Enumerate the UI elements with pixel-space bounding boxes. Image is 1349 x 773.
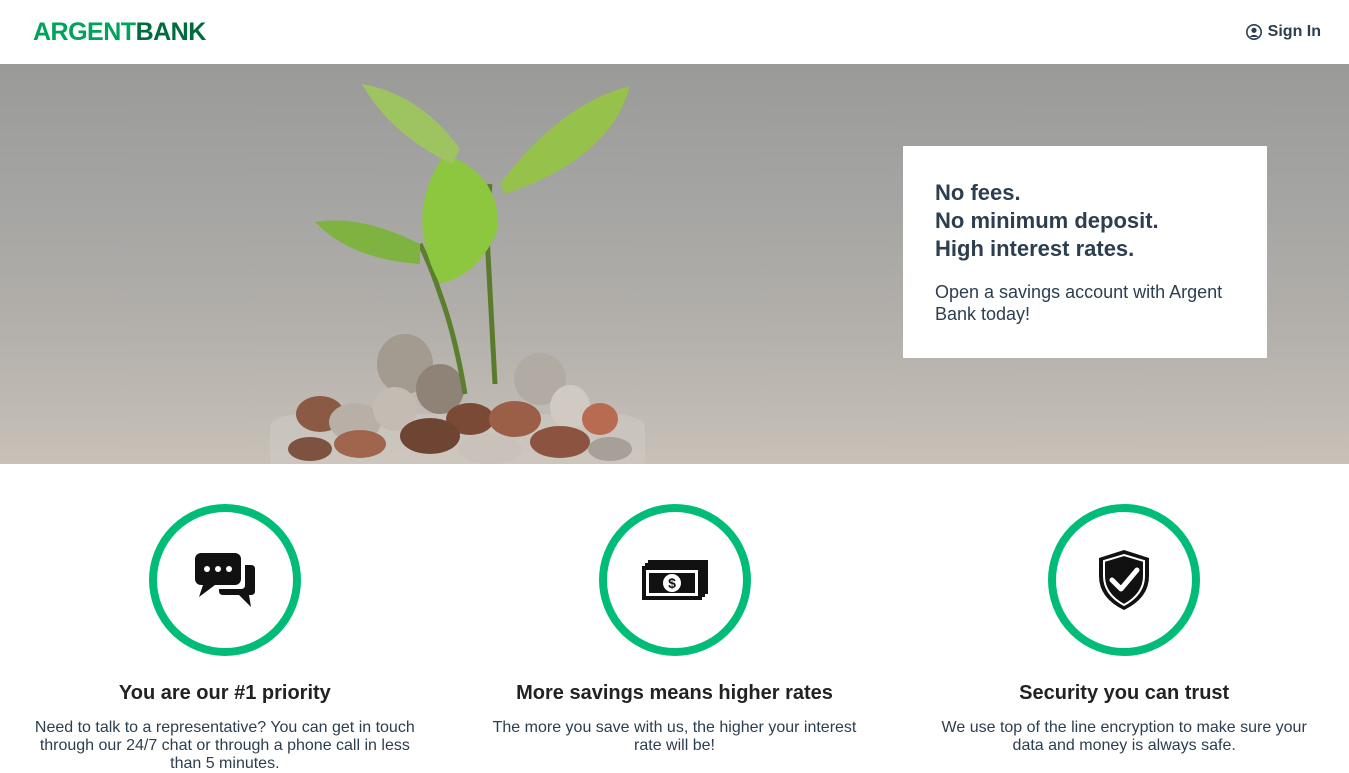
- feature-icon-circle: $: [598, 504, 751, 656]
- argent-bank-logo[interactable]: ARGENT BANK: [33, 18, 206, 47]
- sign-in-link[interactable]: Sign In: [1245, 23, 1321, 41]
- hero-banner: No fees. No minimum deposit. High intere…: [0, 64, 1349, 464]
- features-section: You are our #1 priority Need to talk to …: [0, 464, 1349, 773]
- logo-text-bank: BANK: [135, 17, 207, 46]
- logo-text-argent: ARGENT: [33, 17, 136, 46]
- feature-priority: You are our #1 priority Need to talk to …: [0, 464, 450, 773]
- sign-in-label: Sign In: [1267, 23, 1321, 40]
- feature-text-security: We use top of the line encryption to mak…: [941, 719, 1307, 754]
- feature-security: Security you can trust We use top of the…: [899, 464, 1349, 773]
- hero-headline-high-rates: High interest rates.: [935, 236, 1135, 261]
- hero-headline-no-minimum: No minimum deposit.: [935, 208, 1159, 233]
- feature-title-savings: More savings means higher rates: [516, 682, 833, 704]
- feature-text-savings: The more you save with us, the higher yo…: [492, 719, 857, 754]
- svg-text:$: $: [668, 575, 676, 591]
- hero-promo-card: No fees. No minimum deposit. High intere…: [903, 146, 1267, 358]
- feature-icon-circle: [1048, 504, 1201, 656]
- hero-subtitle: Open a savings account with Argent Bank …: [935, 282, 1223, 324]
- chat-icon: [194, 553, 255, 607]
- feature-savings: $ More savings means higher rates The mo…: [450, 464, 900, 773]
- security-shield-icon: [1099, 550, 1150, 610]
- hero-headline-no-fees: No fees.: [935, 180, 1021, 205]
- feature-icon-circle: [148, 504, 301, 656]
- user-circle-icon: [1245, 24, 1262, 40]
- money-icon: $: [641, 560, 708, 600]
- main-nav: ARGENT BANK Sign In: [0, 0, 1349, 64]
- feature-text-priority: Need to talk to a representative? You ca…: [34, 719, 415, 772]
- feature-title-security: Security you can trust: [1019, 682, 1230, 704]
- feature-title-priority: You are our #1 priority: [118, 682, 331, 704]
